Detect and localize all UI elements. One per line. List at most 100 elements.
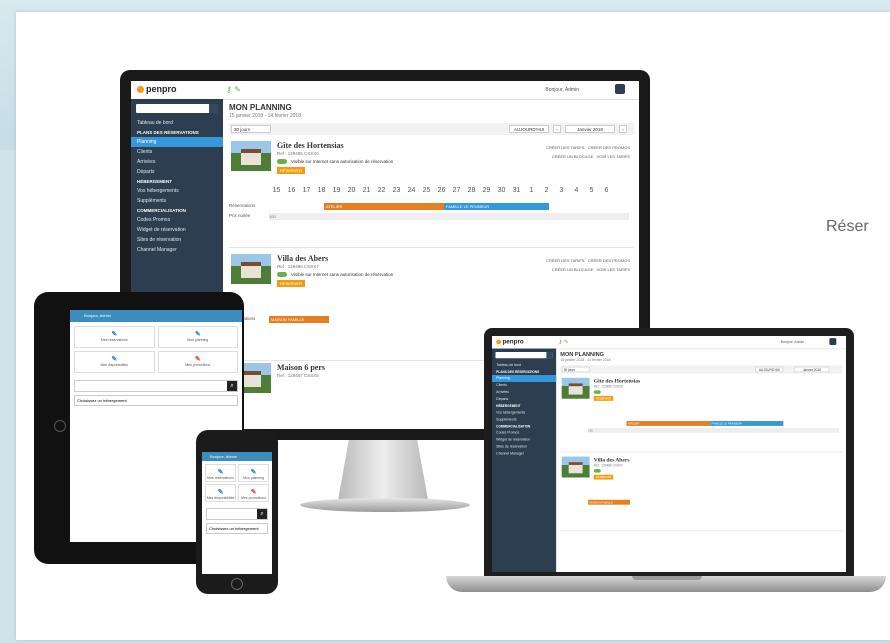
menu-tile-reservations[interactable]: ✎ Mes réservations bbox=[205, 464, 236, 482]
sidebar-item-extras[interactable]: Suppléments bbox=[492, 416, 556, 423]
sidebar-item-widget[interactable]: Widget de réservation bbox=[131, 225, 223, 235]
avatar[interactable] bbox=[829, 338, 837, 346]
search-icon[interactable] bbox=[209, 104, 218, 113]
period-select[interactable]: 30 jours bbox=[561, 366, 590, 373]
sidebar-item-properties[interactable]: Vos hébergements bbox=[492, 409, 556, 416]
booking-bar[interactable]: FAMILLE LE PENNEUR bbox=[444, 203, 549, 210]
create-promos-link[interactable]: CRÉER DES PROMOS bbox=[588, 258, 630, 263]
create-promos-link[interactable]: CRÉER DES PROMOS bbox=[588, 145, 630, 150]
planning-app-laptop: penpro ⚷ ✎ Bonjour, Admin Tableau de bor… bbox=[492, 336, 846, 572]
property-ref: Ref : 129486 CSSX7 bbox=[593, 463, 623, 468]
mini-search-input[interactable]: ⌕ bbox=[74, 380, 238, 392]
tile-icon: ✎ bbox=[194, 331, 201, 338]
tile-icon: ✎ bbox=[217, 489, 224, 496]
mini-topbar[interactable]: Bonjour, Admin bbox=[70, 310, 242, 322]
sidebar-search-input[interactable] bbox=[495, 352, 553, 359]
sidebar-item-promos[interactable]: Codes Promos bbox=[131, 215, 223, 225]
booking-bar[interactable]: ATELIER bbox=[324, 203, 444, 210]
sidebar-item-dashboard[interactable]: Tableau de bord bbox=[131, 118, 223, 128]
visibility-toggle[interactable] bbox=[593, 390, 601, 394]
visibility-toggle[interactable] bbox=[277, 159, 287, 164]
month-select[interactable]: Janvier 2018 bbox=[565, 125, 615, 133]
property-name[interactable]: Villa des Abers bbox=[277, 254, 328, 263]
today-button[interactable]: AUJOURD'HUI bbox=[509, 125, 549, 133]
menu-tile-planning[interactable]: ✎ Mon planning bbox=[157, 326, 238, 348]
sidebar-item-sites[interactable]: Sites de réservation bbox=[492, 443, 556, 450]
reserve-button[interactable]: RÉSERVER bbox=[593, 474, 614, 480]
sidebar-item-promos[interactable]: Codes Promos bbox=[492, 429, 556, 436]
view-rates-link[interactable]: VOIR LES TARIFS bbox=[597, 267, 630, 272]
booking-bar[interactable]: MAISON FAMILLE bbox=[588, 499, 631, 505]
period-select[interactable]: 30 jours bbox=[231, 125, 271, 133]
app-logo[interactable]: penpro bbox=[137, 84, 177, 94]
visibility-toggle[interactable] bbox=[593, 469, 601, 473]
reserve-button[interactable]: RÉSERVER bbox=[277, 280, 305, 287]
property-name[interactable]: Maison 6 pers bbox=[277, 363, 325, 372]
sidebar-item-sites[interactable]: Sites de réservation bbox=[131, 235, 223, 245]
page-date: 15 janvier 2018 - 14 février 2018 bbox=[229, 113, 301, 119]
property-select[interactable]: Choisissez un hébergement bbox=[74, 395, 238, 406]
menu-tile-planning[interactable]: ✎ Mon planning bbox=[238, 464, 269, 482]
search-icon[interactable] bbox=[546, 352, 553, 359]
app-topbar: penpro ⚷ ✎ Bonjour, Admin bbox=[492, 336, 846, 350]
tile-icon: ✎ bbox=[250, 489, 257, 496]
price-row: 100 bbox=[588, 428, 840, 433]
sidebar-item-planning[interactable]: Planning bbox=[492, 375, 557, 383]
calendar-days: 15 16 17 18 19 20 21 22 23 24 25 26 27 28 29 30 31 1 2 3 4 5 6 bbox=[272, 187, 609, 194]
sidebar-item-channel[interactable]: Channel Manager bbox=[131, 245, 223, 255]
mini-search-input[interactable]: ⌕ bbox=[206, 508, 268, 520]
property-name[interactable]: Gîte des Hortensias bbox=[594, 378, 640, 384]
search-icon[interactable]: ⌕ bbox=[257, 509, 267, 519]
month-select[interactable]: Janvier 2018 bbox=[794, 366, 830, 373]
sidebar-item-clients[interactable]: Clients bbox=[492, 382, 556, 389]
menu-tile-promos[interactable]: ✎ Mes promotions bbox=[157, 351, 238, 373]
property-name[interactable]: Gîte des Hortensias bbox=[277, 141, 344, 150]
key-icon[interactable]: ⚷ ✎ bbox=[558, 339, 568, 345]
visibility-toggle[interactable] bbox=[277, 272, 287, 277]
create-block-link[interactable]: CRÉER UN BLOCAGE bbox=[552, 267, 593, 272]
sidebar-item-extras[interactable]: Suppléments bbox=[131, 196, 223, 206]
sidebar-item-arrivals[interactable]: Arrivées bbox=[492, 389, 556, 396]
sidebar-search-input[interactable] bbox=[136, 104, 218, 113]
sidebar-item-departures[interactable]: Départs bbox=[131, 167, 223, 177]
sidebar-item-dashboard[interactable]: Tableau de bord bbox=[492, 362, 556, 369]
next-button[interactable]: › bbox=[619, 125, 627, 133]
prev-button[interactable]: ‹ bbox=[553, 125, 561, 133]
laptop-notch bbox=[632, 576, 702, 580]
property-actions: CRÉER DES TARIFS CRÉER DES PROMOS CRÉER … bbox=[546, 256, 630, 274]
booking-bar[interactable]: ATELIER bbox=[626, 421, 711, 426]
avatar[interactable] bbox=[615, 84, 625, 94]
mini-topbar[interactable]: Bonjour, Admin bbox=[202, 452, 272, 461]
sidebar-item-widget[interactable]: Widget de réservation bbox=[492, 436, 556, 443]
reserve-button[interactable]: RÉSERVER bbox=[593, 395, 614, 401]
menu-tile-reservations[interactable]: ✎ Mes réservations bbox=[74, 326, 155, 348]
booking-bar[interactable]: FAMILLE LE PENNEUR bbox=[710, 421, 784, 426]
page-title: MON PLANNING bbox=[229, 103, 292, 112]
booking-bar[interactable]: MAISON FAMILLE bbox=[269, 316, 329, 323]
home-button[interactable] bbox=[54, 420, 66, 432]
view-rates-link[interactable]: VOIR LES TARIFS bbox=[597, 154, 630, 159]
menu-tile-promos[interactable]: ✎ Mes promotions bbox=[238, 484, 269, 502]
key-icon[interactable]: ⚷ ✎ bbox=[226, 85, 241, 94]
reserve-button[interactable]: RÉSERVER bbox=[277, 167, 305, 174]
sidebar-item-clients[interactable]: Clients bbox=[131, 147, 223, 157]
create-rates-link[interactable]: CRÉER DES TARIFS bbox=[546, 145, 584, 150]
create-rates-link[interactable]: CRÉER DES TARIFS bbox=[546, 258, 584, 263]
sidebar-item-departures[interactable]: Départs bbox=[492, 396, 556, 403]
menu-tile-availability[interactable]: ✎ Mes disponibilités bbox=[74, 351, 155, 373]
search-icon[interactable]: ⌕ bbox=[227, 381, 237, 391]
user-greeting[interactable]: Bonjour, Admin bbox=[545, 87, 579, 93]
today-button[interactable]: AUJOURD'HUI bbox=[755, 366, 784, 373]
home-button[interactable] bbox=[231, 578, 243, 590]
user-greeting[interactable]: Bonjour, Admin bbox=[781, 340, 804, 344]
app-logo[interactable]: penpro bbox=[496, 338, 524, 345]
property-select[interactable]: Choisissez un hébergement bbox=[206, 523, 268, 534]
sidebar-item-planning[interactable]: Planning bbox=[131, 137, 223, 147]
create-block-link[interactable]: CRÉER UN BLOCAGE bbox=[552, 154, 593, 159]
menu-tile-availability[interactable]: ✎ Mes disponibilités bbox=[205, 484, 236, 502]
property-name[interactable]: Villa des Abers bbox=[594, 457, 630, 463]
sidebar-item-properties[interactable]: Vos hébergements bbox=[131, 186, 223, 196]
sidebar-item-arrivals[interactable]: Arrivées bbox=[131, 157, 223, 167]
sidebar-item-channel[interactable]: Channel Manager bbox=[492, 450, 556, 457]
property-photo bbox=[231, 254, 271, 284]
